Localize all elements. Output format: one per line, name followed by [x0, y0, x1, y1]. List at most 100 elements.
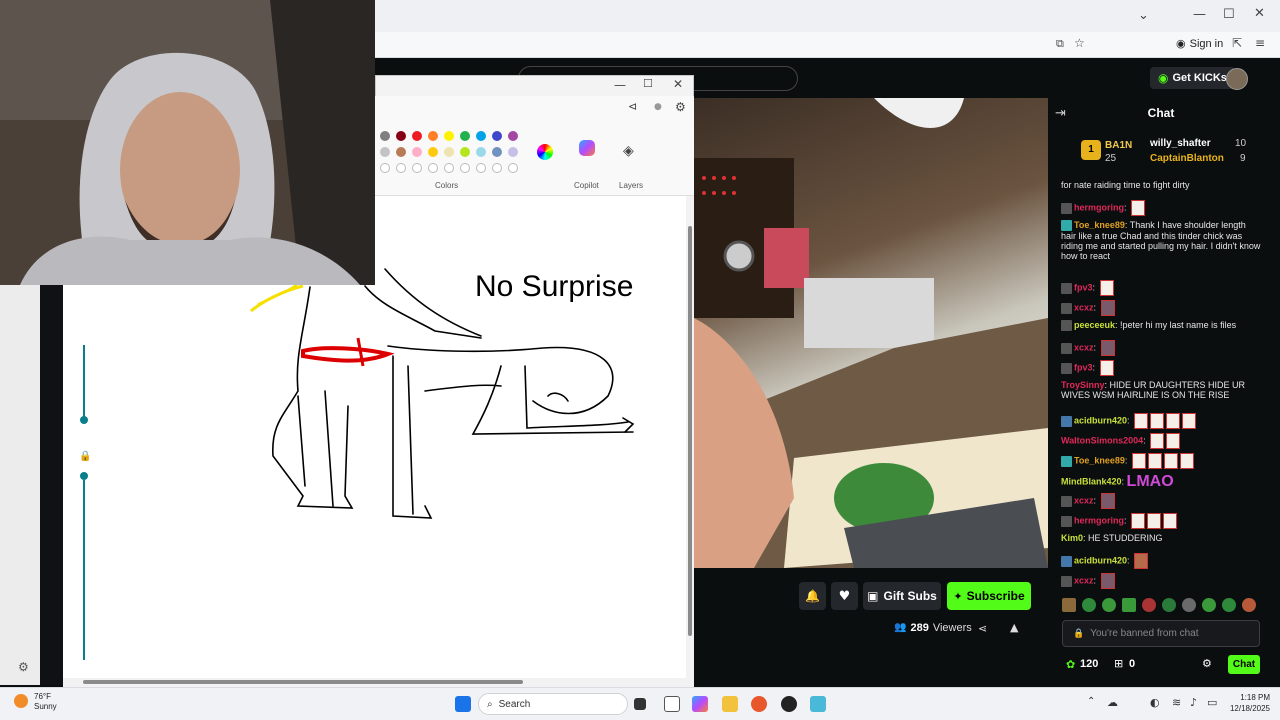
- chat-input[interactable]: 🔒 You're banned from chat: [1062, 620, 1260, 647]
- chat-username[interactable]: Toe_knee89: [1074, 455, 1125, 465]
- copilot-icon[interactable]: [579, 140, 595, 156]
- follow-button[interactable]: ♥: [831, 582, 858, 610]
- chat-username[interactable]: MindBlank420: [1061, 476, 1122, 486]
- tab-dropdown-icon[interactable]: ⌄: [1138, 8, 1149, 23]
- paint-minimize-icon[interactable]: —: [614, 78, 626, 92]
- color-swatch[interactable]: [412, 147, 422, 157]
- color-swatch[interactable]: [412, 131, 422, 141]
- wifi-icon[interactable]: ≋: [1172, 696, 1181, 709]
- paint-close-icon[interactable]: ✕: [673, 77, 683, 91]
- chat-username[interactable]: TroySinny: [1061, 380, 1105, 390]
- color-swatch[interactable]: [476, 131, 486, 141]
- points-count[interactable]: 120: [1080, 658, 1098, 670]
- color-swatch[interactable]: [492, 147, 502, 157]
- custom-color-slot[interactable]: [460, 163, 470, 173]
- app-tray-icon[interactable]: ◐: [1150, 696, 1160, 709]
- chat-username[interactable]: xcxz: [1074, 575, 1094, 585]
- chat-username[interactable]: fpv3: [1074, 282, 1093, 292]
- firefox-icon[interactable]: [751, 696, 767, 712]
- chat-username[interactable]: xcxz: [1074, 495, 1094, 505]
- obs-icon[interactable]: [781, 696, 797, 712]
- stream-video[interactable]: [694, 98, 1048, 568]
- chat-username[interactable]: hermgoring: [1074, 202, 1124, 212]
- volume-icon[interactable]: ♪: [1190, 696, 1197, 709]
- chat-username[interactable]: xcxz: [1074, 302, 1094, 312]
- emote-icon[interactable]: [1202, 598, 1216, 612]
- menu-icon[interactable]: ≡: [1255, 36, 1265, 50]
- color-swatch[interactable]: [428, 131, 438, 141]
- weather-widget[interactable]: 76°F Sunny: [14, 692, 57, 712]
- sign-in-button[interactable]: ◉ Sign in: [1176, 37, 1223, 50]
- chat-username[interactable]: Toe_knee89: [1074, 220, 1125, 230]
- chat-username[interactable]: peeceeuk: [1074, 320, 1115, 330]
- chat-username[interactable]: acidburn420: [1074, 555, 1127, 565]
- emote-icon[interactable]: [1142, 598, 1156, 612]
- notepad-icon[interactable]: [664, 696, 680, 712]
- chat-username[interactable]: WaltonSimons2004: [1061, 435, 1143, 445]
- layers-icon[interactable]: ◈: [623, 143, 634, 159]
- chat-username[interactable]: hermgoring: [1074, 515, 1124, 525]
- gift-subs-button[interactable]: ▣ Gift Subs: [863, 582, 941, 610]
- custom-color-slot[interactable]: [476, 163, 486, 173]
- emote-icon[interactable]: [1242, 598, 1256, 612]
- emote-icon[interactable]: [1062, 598, 1076, 612]
- horizontal-scrollbar[interactable]: [63, 678, 694, 687]
- chat-username[interactable]: Kim0: [1061, 533, 1083, 543]
- horizontal-scrollbar-thumb[interactable]: [83, 680, 523, 684]
- get-kicks-button[interactable]: ◉ Get KICKs: [1150, 67, 1235, 89]
- favorite-star-icon[interactable]: ☆: [1074, 36, 1085, 50]
- taskbar-search[interactable]: ⌕ Search: [478, 693, 628, 715]
- custom-color-slot[interactable]: [396, 163, 406, 173]
- emote-icon[interactable]: [1222, 598, 1236, 612]
- emote-icon[interactable]: [1122, 598, 1136, 612]
- extensions-icon[interactable]: ⇱: [1232, 36, 1242, 50]
- color-swatch[interactable]: [444, 131, 454, 141]
- color-swatch[interactable]: [460, 131, 470, 141]
- minimize-icon[interactable]: —: [1193, 7, 1206, 22]
- close-icon[interactable]: ✕: [1254, 6, 1265, 21]
- battery-icon[interactable]: ▭: [1207, 696, 1217, 709]
- notification-bell-button[interactable]: 🔔: [799, 582, 826, 610]
- system-clock[interactable]: 1:18 PM 12/18/2025: [1222, 692, 1270, 714]
- gear-icon[interactable]: ⚙: [18, 660, 29, 674]
- custom-color-slot[interactable]: [412, 163, 422, 173]
- emote-icon[interactable]: [1102, 598, 1116, 612]
- color-swatch[interactable]: [396, 131, 406, 141]
- color-swatch[interactable]: [492, 131, 502, 141]
- custom-color-slot[interactable]: [428, 163, 438, 173]
- paint-taskbar-icon[interactable]: [810, 696, 826, 712]
- file-explorer-icon[interactable]: [722, 696, 738, 712]
- edit-colors-icon[interactable]: [537, 144, 553, 160]
- chat-username[interactable]: acidburn420: [1074, 415, 1127, 425]
- avatar[interactable]: [1226, 68, 1248, 90]
- gifter-name[interactable]: CaptainBlanton: [1150, 153, 1224, 164]
- top-gifter-name[interactable]: BA1N: [1105, 140, 1132, 151]
- custom-color-slot[interactable]: [508, 163, 518, 173]
- report-icon[interactable]: ▲: [1010, 621, 1018, 634]
- vertical-scrollbar[interactable]: [686, 196, 694, 681]
- color-swatch[interactable]: [396, 147, 406, 157]
- reading-mode-icon[interactable]: ⧉: [1056, 37, 1064, 51]
- account-icon[interactable]: ●: [654, 102, 662, 112]
- custom-color-slot[interactable]: [492, 163, 502, 173]
- task-view-icon[interactable]: [634, 698, 646, 710]
- chat-send-button[interactable]: Chat: [1228, 655, 1260, 674]
- settings-gear-icon[interactable]: ⚙: [675, 100, 686, 114]
- maximize-icon[interactable]: ☐: [1223, 7, 1235, 22]
- subscribe-button[interactable]: ✦ Subscribe: [947, 582, 1031, 610]
- paint-maximize-icon[interactable]: ☐: [643, 77, 653, 90]
- address-bar[interactable]: ⧉ ☆ ⇱ ≡: [375, 32, 1280, 58]
- color-swatch[interactable]: [428, 147, 438, 157]
- vertical-scrollbar-thumb[interactable]: [688, 226, 692, 636]
- color-swatch[interactable]: [444, 147, 454, 157]
- share-icon[interactable]: ⊲: [628, 100, 637, 113]
- chat-settings-icon[interactable]: ⚙: [1202, 657, 1212, 670]
- windows-start-icon[interactable]: [455, 696, 471, 712]
- emote-icon[interactable]: [1082, 598, 1096, 612]
- emote-icon[interactable]: [1182, 598, 1196, 612]
- color-swatch[interactable]: [508, 131, 518, 141]
- custom-color-slot[interactable]: [380, 163, 390, 173]
- onedrive-icon[interactable]: ☁: [1107, 696, 1118, 709]
- chat-username[interactable]: fpv3: [1074, 362, 1093, 372]
- color-swatch[interactable]: [508, 147, 518, 157]
